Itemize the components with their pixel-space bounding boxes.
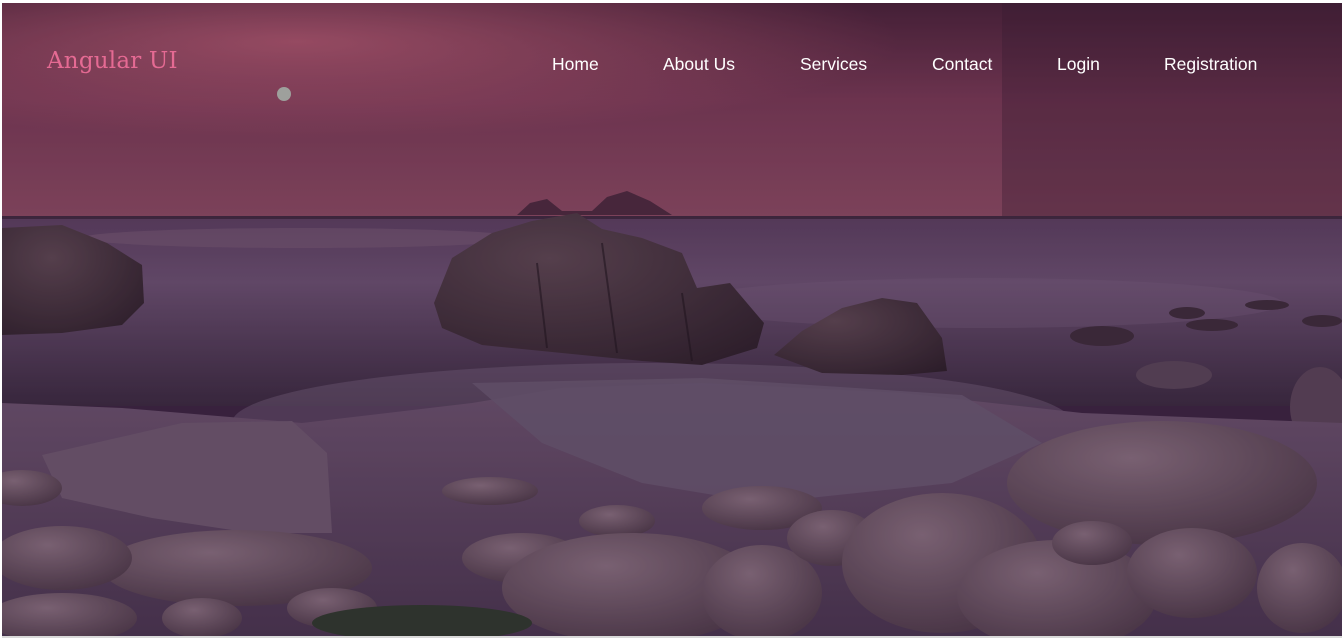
nav-contact[interactable]: Contact bbox=[932, 54, 992, 75]
page: Angular UI Home About Us Services Contac… bbox=[0, 0, 1344, 640]
nav-registration[interactable]: Registration bbox=[1164, 54, 1257, 75]
nav-about-us[interactable]: About Us bbox=[663, 54, 735, 75]
hero-banner: Angular UI Home About Us Services Contac… bbox=[2, 3, 1342, 636]
nav-services[interactable]: Services bbox=[800, 54, 867, 75]
divider bbox=[2, 636, 1342, 638]
nav-login[interactable]: Login bbox=[1057, 54, 1100, 75]
nav-home[interactable]: Home bbox=[552, 54, 599, 75]
nav-links: Home About Us Services Contact Login Reg… bbox=[2, 54, 1342, 78]
navbar: Angular UI Home About Us Services Contac… bbox=[2, 3, 1342, 121]
